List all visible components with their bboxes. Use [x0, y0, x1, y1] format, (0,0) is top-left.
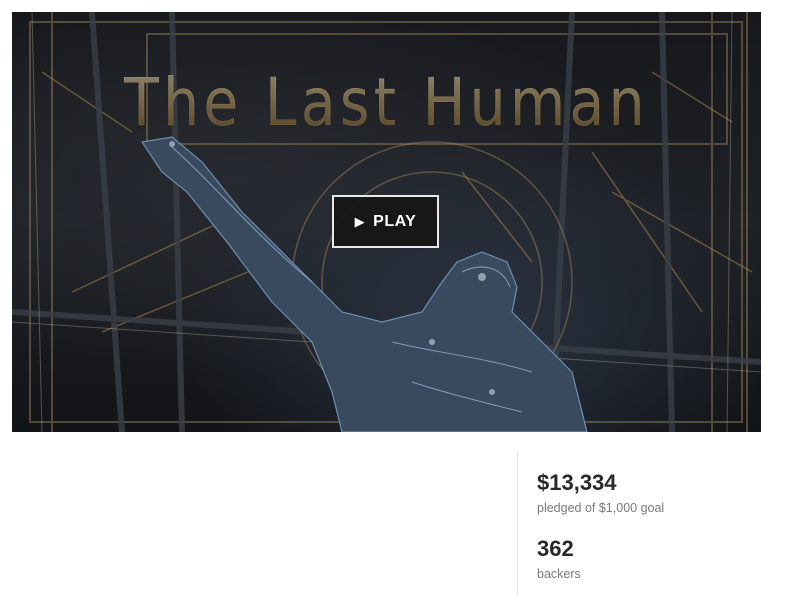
backers-caption: backers — [537, 567, 581, 581]
pledged-caption: pledged of $1,000 goal — [537, 501, 665, 515]
play-video-button[interactable]: ▶ PLAY — [332, 195, 439, 248]
play-label: PLAY — [373, 212, 417, 230]
project-title: The Last Human — [64, 64, 708, 141]
backers-count: 362 — [537, 536, 574, 561]
play-icon: ▶ — [354, 213, 366, 229]
pledged-amount: $13,334 — [537, 470, 617, 495]
project-video-thumbnail[interactable]: The Last Human ▶ PLAY — [12, 12, 761, 432]
funding-stats: $13,334 pledged of $1,000 goal 362 backe… — [517, 451, 777, 595]
